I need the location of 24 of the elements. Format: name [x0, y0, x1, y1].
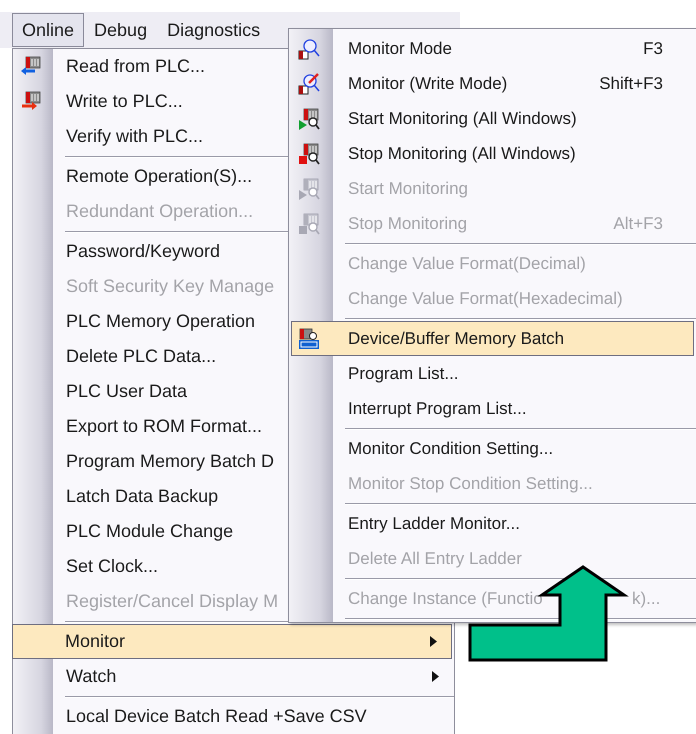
menu-item[interactable]: Monitor Mode F3 — [291, 31, 694, 66]
menu-item[interactable]: Start Monitoring (All Windows) — [291, 101, 694, 136]
menu-item[interactable]: Entry Ladder Monitor... — [291, 506, 694, 541]
menu-bar-item[interactable]: Diagnostics — [157, 13, 270, 47]
menu-item[interactable]: Local Device Batch Read +Save CSV — [13, 699, 454, 734]
plc-arrow-right-icon — [20, 91, 42, 113]
stop-monitor-icon — [298, 143, 320, 165]
play-monitor-icon — [298, 108, 320, 130]
menu-item[interactable]: Watch — [13, 659, 454, 694]
menu-item[interactable]: Monitor (Write Mode) Shift+F3 — [291, 66, 694, 101]
menu-item[interactable]: Stop Monitoring (All Windows) — [291, 136, 694, 171]
menu-item[interactable]: Monitor Condition Setting... — [291, 431, 694, 466]
menu-item[interactable]: Device/Buffer Memory Batch — [291, 321, 694, 356]
play-monitor-icon — [298, 178, 320, 200]
menu-item[interactable]: Program List... — [291, 356, 694, 391]
plc-arrow-left-icon — [20, 56, 42, 78]
device-memory-icon — [298, 328, 320, 350]
menu-item[interactable]: Interrupt Program List... — [291, 391, 694, 426]
menu-bar-item[interactable]: Online — [12, 13, 84, 47]
magnifier-pen-icon — [298, 73, 320, 95]
magnifier-icon — [298, 38, 320, 60]
menu-bar-item[interactable]: Debug — [84, 13, 158, 47]
stop-monitor-icon — [298, 213, 320, 235]
menu-item[interactable]: Monitor — [12, 624, 452, 659]
